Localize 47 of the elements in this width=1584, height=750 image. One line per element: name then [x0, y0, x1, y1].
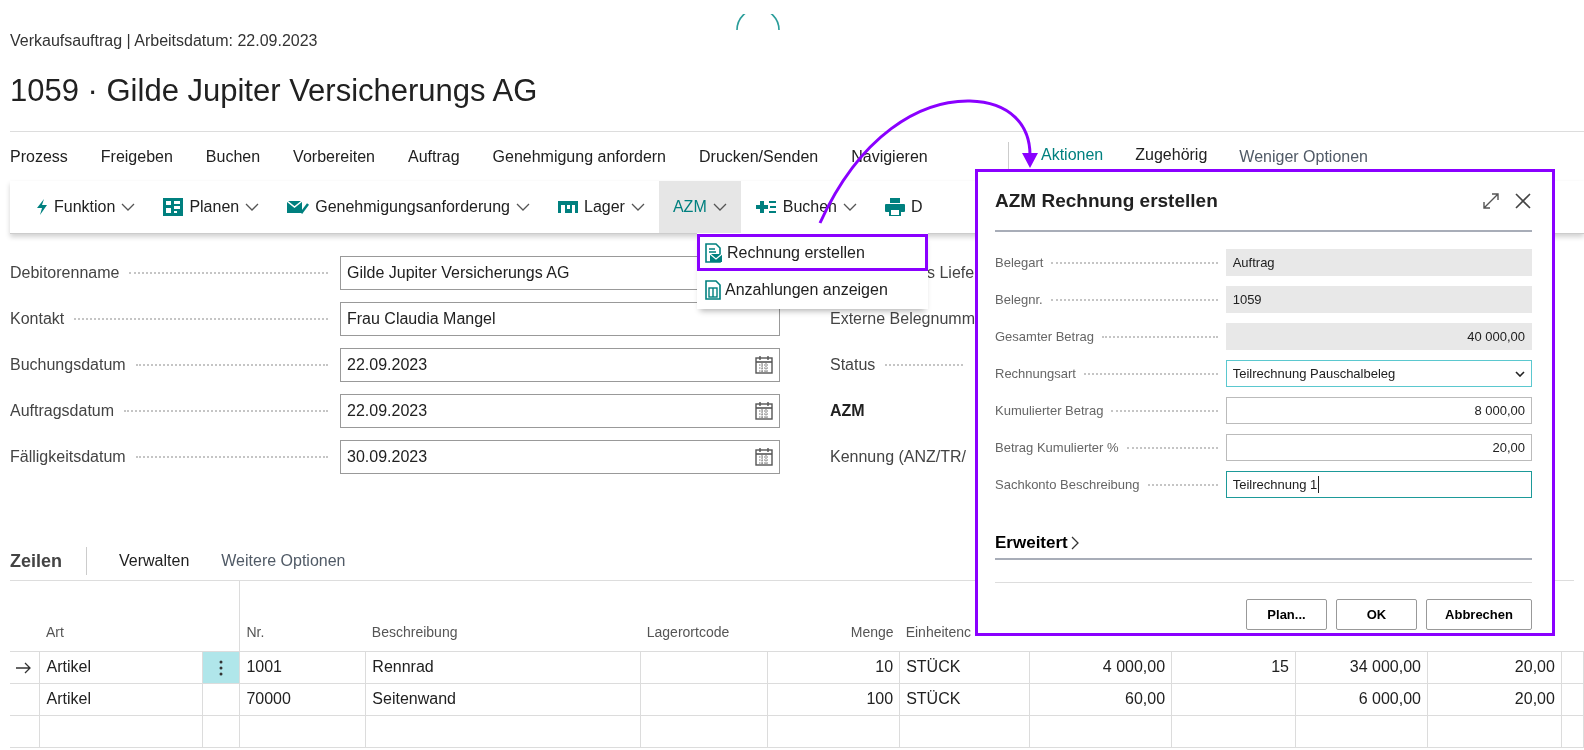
section-title: Zeilen: [10, 546, 87, 575]
field-label: Fälligkeitsdatum: [10, 447, 126, 467]
table-cell: 20,00: [1514, 658, 1555, 675]
table-cell: Artikel: [46, 690, 91, 707]
table-cell: 10: [875, 658, 894, 675]
input-field: 1059: [1225, 286, 1532, 313]
field-label: Rechnungsart: [995, 364, 1076, 383]
column-header: Lagerortcode: [646, 623, 730, 640]
column-header: Menge: [850, 623, 894, 640]
table-cell: 4 000,00: [1102, 658, 1166, 675]
input-field: Auftrag: [1225, 249, 1532, 276]
table-cell: Seitenwand: [372, 690, 456, 707]
table-cell: STÜCK: [906, 690, 961, 707]
table-cell: 70000: [246, 690, 291, 707]
field-label: s Liefe: [927, 263, 975, 283]
table-cell: 60,00: [1125, 690, 1166, 707]
table-cell: 6 000,00: [1358, 690, 1421, 707]
field-label: Betrag Kumulierter %: [995, 438, 1119, 457]
field-label: Sachkonto Beschreibung: [995, 475, 1140, 494]
field-label: Auftragsdatum: [10, 401, 115, 421]
field-label: Buchungsdatum: [10, 355, 126, 375]
dialog-title: AZM Rechnung erstellen: [995, 188, 1219, 213]
table-cell: Rennrad: [372, 658, 434, 675]
page-title: 1059 · Gilde Jupiter Versicherungs AG: [10, 72, 539, 110]
breadcrumb: Verkaufsauftrag | Arbeitsdatum: 22.09.2023: [10, 31, 318, 51]
column-header: Art: [46, 623, 64, 640]
table-cell: 1001: [246, 658, 282, 675]
section-heading: AZM: [830, 401, 865, 421]
table-cell: 100: [866, 690, 894, 707]
field-label: Status: [830, 355, 876, 375]
field-label: Kontakt: [10, 309, 65, 329]
field-label: Belegnr.: [995, 290, 1043, 309]
table-cell: 15: [1271, 658, 1289, 675]
table-cell: Artikel: [46, 658, 91, 675]
field-label: Kennung (ANZ/TR/: [830, 447, 967, 467]
table-cell: 34 000,00: [1349, 658, 1421, 675]
input-field: 40 000,00: [1225, 323, 1532, 350]
field-label: Kumulierter Betrag: [995, 401, 1104, 420]
field-label: Externe Belegnumm: [830, 309, 975, 329]
table-cell: STÜCK: [906, 658, 961, 675]
column-header: Beschreibung: [371, 623, 458, 640]
table-cell: 20,00: [1514, 690, 1555, 707]
column-header: Einheitenc: [905, 623, 972, 640]
field-label: Debitorenname: [10, 263, 120, 283]
field-label: Belegart: [995, 253, 1044, 272]
field-label: Gesamter Betrag: [995, 327, 1094, 346]
column-header: Nr.: [246, 623, 265, 640]
